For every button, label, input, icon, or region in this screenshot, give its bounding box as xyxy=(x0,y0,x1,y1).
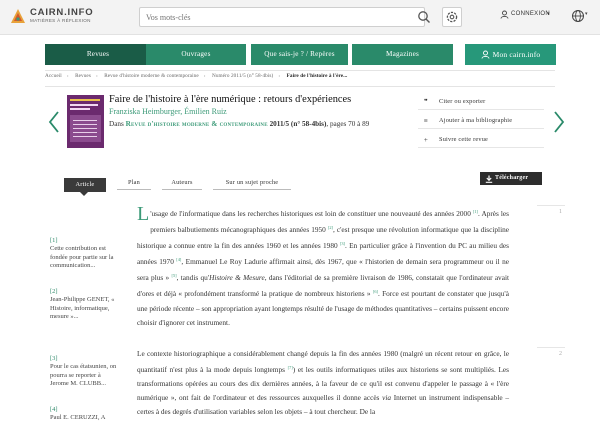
paragraph-number: 1 xyxy=(537,205,565,217)
breadcrumb-item-issue[interactable]: Numéro 2011/5 (n° 58-4bis) xyxy=(212,73,273,79)
source-prefix: Dans xyxy=(109,120,124,128)
tab-sur-un-sujet-proche[interactable]: Sur un sujet proche xyxy=(213,178,291,190)
breadcrumb-item-current: Faire de l'histoire à l'ère... xyxy=(286,73,348,79)
chevron-down-icon: ▾ xyxy=(547,11,550,17)
footnote-number: [3] xyxy=(50,355,58,362)
site-header: CAIRN.INFO MATIÈRES À RÉFLEXION CONNEXIO… xyxy=(0,0,600,35)
cairn-logo-icon xyxy=(11,9,25,23)
logo-name: CAIRN.INFO xyxy=(30,7,94,18)
list-icon: ≡ xyxy=(423,117,429,125)
next-article-arrow-icon[interactable] xyxy=(553,110,565,134)
globe-icon[interactable] xyxy=(571,9,585,23)
footnote-4[interactable]: [4] Paul E. CERUZZI, A xyxy=(50,406,120,423)
quote-icon: ❞ xyxy=(424,98,428,106)
plus-icon: + xyxy=(423,136,429,144)
divider xyxy=(45,86,555,87)
paragraph-text: 'usage de l'informatique dans les recher… xyxy=(150,209,473,218)
download-button[interactable]: Télécharger xyxy=(480,172,542,185)
language-chevron-icon[interactable]: ▾ xyxy=(585,11,588,17)
footnote-text: Pour le cas étatsunien, on pourra se rep… xyxy=(50,363,117,387)
tab-auteurs[interactable]: Auteurs xyxy=(162,178,202,190)
add-to-bibliography-label: Ajouter à ma bibliographie xyxy=(439,117,513,124)
article-paragraph-2: Le contexte historiographique a considér… xyxy=(137,347,509,419)
paragraph-text: , tandis qu' xyxy=(176,273,210,283)
article-authors[interactable]: Franziska Heimburger, Émilien Ruiz xyxy=(109,107,227,116)
previous-article-arrow-icon[interactable] xyxy=(48,110,60,134)
divider xyxy=(45,70,555,71)
breadcrumb-separator: › xyxy=(95,73,98,79)
footnote-text: Cette contribution est fondée pour parti… xyxy=(50,245,114,269)
breadcrumb-item-revues[interactable]: Revues xyxy=(75,73,91,79)
download-label: Télécharger xyxy=(495,175,529,181)
follow-journal-button[interactable]: + Suivre cette revue xyxy=(418,134,544,148)
footnote-text: Paul E. CERUZZI, A xyxy=(50,414,106,422)
italic-word: via xyxy=(382,393,392,403)
follow-journal-label: Suivre cette revue xyxy=(439,136,489,143)
account-label: CONNEXION xyxy=(511,11,551,17)
footnote-2[interactable]: [2] Jean-Philippe GENET, « Histoire, inf… xyxy=(50,288,120,321)
breadcrumb-item-journal[interactable]: Revue d'histoire moderne & contemporaine xyxy=(104,73,199,79)
search-box xyxy=(139,7,425,27)
cite-export-button[interactable]: ❞ Citer ou exporter xyxy=(418,96,544,110)
breadcrumb-separator: › xyxy=(203,73,206,79)
user-icon xyxy=(500,10,509,19)
search-input[interactable] xyxy=(146,10,396,24)
footnote-number: [1] xyxy=(50,237,58,244)
article-paragraph-1: L'usage de l'informatique dans les reche… xyxy=(137,203,509,330)
paragraph-number: 2 xyxy=(537,347,565,359)
breadcrumb-separator: › xyxy=(278,73,281,79)
tab-article[interactable]: Article xyxy=(64,178,106,196)
tab-que-sais-je[interactable]: Que sais-je ? / Repères xyxy=(251,44,348,65)
gear-icon xyxy=(446,11,458,23)
footnote-number: [4] xyxy=(50,406,58,413)
tab-mon-cairn-label: Mon cairn.info xyxy=(492,50,541,59)
tab-mon-cairn[interactable]: Mon cairn.info xyxy=(465,44,556,65)
settings-button[interactable] xyxy=(442,7,462,27)
footnote-1[interactable]: [1] Cette contribution est fondée pour p… xyxy=(50,237,120,270)
page-range: , pages 70 à 89 xyxy=(326,120,370,128)
footnote-3[interactable]: [3] Pour le cas étatsunien, on pourra se… xyxy=(50,355,120,388)
tab-magazines[interactable]: Magazines xyxy=(352,44,453,65)
breadcrumb-item-accueil[interactable]: Accueil xyxy=(45,73,62,79)
breadcrumb: Accueil › Revues › Revue d'histoire modern… xyxy=(45,73,352,85)
tab-revues[interactable]: Revues xyxy=(45,44,151,65)
drop-cap: L xyxy=(137,203,150,225)
issue-number[interactable]: 2011/5 (n° 58-4bis) xyxy=(270,120,327,128)
search-icon xyxy=(418,11,430,23)
download-icon xyxy=(485,175,493,183)
journal-title-italic: Histoire & Mesure xyxy=(209,273,265,283)
footnote-text: Jean-Philippe GENET, « Histoire, informa… xyxy=(50,296,115,320)
footnote-number: [2] xyxy=(50,288,58,295)
journal-cover-image[interactable] xyxy=(67,95,104,148)
add-to-bibliography-button[interactable]: ≡ Ajouter à ma bibliographie xyxy=(418,115,544,129)
tab-plan[interactable]: Plan xyxy=(117,178,151,190)
breadcrumb-separator: › xyxy=(66,73,69,79)
article-source: Dans Revue d'histoire moderne & contempo… xyxy=(109,119,409,130)
journal-link[interactable]: Revue d'histoire moderne & contemporaine xyxy=(126,120,268,128)
article-title: Faire de l'histoire à l'ère numérique : … xyxy=(109,94,352,105)
cairn-logo[interactable]: CAIRN.INFO MATIÈRES À RÉFLEXION xyxy=(10,7,120,29)
tab-ouvrages[interactable]: Ouvrages xyxy=(146,44,246,65)
logo-tagline: MATIÈRES À RÉFLEXION xyxy=(30,18,91,23)
search-button[interactable] xyxy=(415,7,434,27)
cite-export-label: Citer ou exporter xyxy=(439,98,486,105)
user-icon xyxy=(481,50,490,59)
